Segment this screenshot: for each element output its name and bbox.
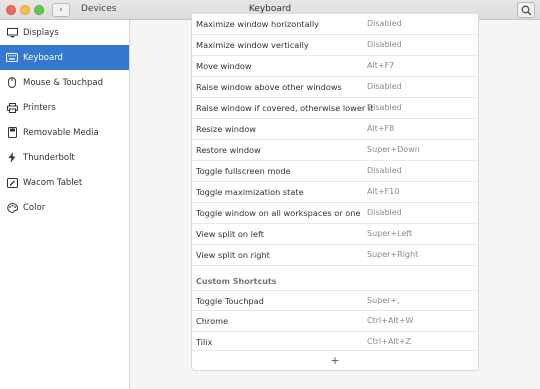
shortcut-row[interactable]: View split on right Super+Right [192, 245, 478, 266]
sidebar-item-wacom-tablet[interactable]: Wacom Tablet [0, 170, 129, 195]
shortcut-row[interactable]: Maximize window horizontally Disabled [192, 14, 478, 35]
shortcut-row[interactable]: Resize window Alt+F8 [192, 119, 478, 140]
custom-shortcut-row[interactable]: Toggle Touchpad Super+, [192, 290, 478, 311]
sidebar-item-label: Displays [23, 27, 59, 38]
color-icon [1, 202, 23, 213]
shortcut-accel: Super+Left [367, 229, 413, 238]
shortcut-accel: Super+Right [367, 250, 419, 259]
shortcut-accel: Disabled [367, 40, 402, 49]
close-window-button[interactable] [6, 5, 16, 15]
plus-icon: + [330, 354, 340, 367]
shortcut-accel: Alt+F10 [367, 187, 400, 196]
add-shortcut-button[interactable]: + [192, 350, 478, 370]
sidebar-item-label: Wacom Tablet [23, 177, 83, 188]
sidebar-item-label: Printers [23, 102, 56, 113]
sidebar-item-printers[interactable]: Printers [0, 95, 129, 120]
sidebar-item-mouse-touchpad[interactable]: Mouse & Touchpad [0, 70, 129, 95]
shortcut-row[interactable]: Restore window Super+Down [192, 140, 478, 161]
shortcut-row[interactable]: Raise window above other windows Disable… [192, 77, 478, 98]
tablet-icon [1, 177, 23, 188]
minimize-window-button[interactable] [20, 5, 30, 15]
shortcut-name: Toggle Touchpad [196, 296, 264, 306]
shortcut-row[interactable]: View split on left Super+Left [192, 224, 478, 245]
custom-shortcut-row[interactable]: Chrome Ctrl+Alt+W [192, 311, 478, 332]
thunderbolt-icon [1, 152, 23, 163]
shortcut-accel: Alt+F7 [367, 61, 395, 70]
sidebar-item-label: Removable Media [23, 127, 99, 138]
shortcut-name: View split on right [196, 250, 270, 260]
section-title: Devices [81, 4, 117, 14]
maximize-window-button[interactable] [34, 5, 44, 15]
sidebar-item-label: Keyboard [23, 52, 63, 63]
shortcut-accel: Disabled [367, 82, 402, 91]
mouse-icon [1, 77, 23, 88]
sidebar-item-color[interactable]: Color [0, 195, 129, 220]
shortcut-name: Maximize window vertically [196, 40, 309, 50]
sidebar: Displays Keyboard Mouse & Touchpad Print… [0, 20, 130, 389]
shortcut-row[interactable]: Toggle fullscreen mode Disabled [192, 161, 478, 182]
search-button[interactable] [517, 2, 535, 18]
shortcut-name: Toggle window on all workspaces or one [196, 208, 361, 218]
shortcut-row[interactable]: Move window Alt+F7 [192, 56, 478, 77]
shortcut-name: Chrome [196, 316, 229, 326]
sidebar-item-label: Thunderbolt [23, 152, 75, 163]
search-icon [521, 5, 532, 16]
shortcut-row[interactable]: Toggle window on all workspaces or one D… [192, 203, 478, 224]
shortcut-name: Move window [196, 61, 252, 71]
shortcut-accel: Super+Down [367, 145, 420, 154]
sidebar-item-removable-media[interactable]: Removable Media [0, 120, 129, 145]
sidebar-item-label: Color [23, 202, 46, 213]
shortcut-accel: Super+, [367, 296, 400, 305]
back-button[interactable]: ‹ [52, 3, 70, 17]
media-icon [1, 127, 23, 138]
custom-shortcuts-header: Custom Shortcuts [196, 277, 277, 286]
shortcut-name: Raise window above other windows [196, 82, 342, 92]
shortcut-accel: Disabled [367, 166, 402, 175]
shortcut-row[interactable]: Maximize window vertically Disabled [192, 35, 478, 56]
sidebar-item-label: Mouse & Touchpad [23, 77, 104, 88]
shortcut-accel: Ctrl+Alt+Z [367, 337, 411, 346]
sidebar-item-keyboard[interactable]: Keyboard [0, 45, 129, 70]
printer-icon [1, 102, 23, 113]
shortcut-name: Raise window if covered, otherwise lower… [196, 103, 374, 113]
sidebar-item-thunderbolt[interactable]: Thunderbolt [0, 145, 129, 170]
shortcut-name: Tilix [196, 337, 213, 347]
shortcut-row[interactable]: Raise window if covered, otherwise lower… [192, 98, 478, 119]
shortcut-name: Maximize window horizontally [196, 19, 320, 29]
shortcut-name: Restore window [196, 145, 261, 155]
keyboard-icon [1, 53, 23, 62]
shortcut-name: View split on left [196, 229, 264, 239]
shortcuts-list: Maximize window horizontally Disabled Ma… [191, 14, 479, 371]
shortcut-accel: Disabled [367, 208, 402, 217]
display-icon [1, 27, 23, 38]
sidebar-item-displays[interactable]: Displays [0, 20, 129, 45]
shortcut-name: Toggle fullscreen mode [196, 166, 291, 176]
shortcut-accel: Alt+F8 [367, 124, 395, 133]
shortcut-accel: Disabled [367, 19, 402, 28]
shortcut-row[interactable]: Toggle maximization state Alt+F10 [192, 182, 478, 203]
chevron-left-icon: ‹ [59, 5, 63, 15]
shortcut-name: Toggle maximization state [196, 187, 304, 197]
shortcut-accel: Disabled [367, 103, 402, 112]
shortcut-name: Resize window [196, 124, 256, 134]
shortcut-accel: Ctrl+Alt+W [367, 316, 414, 325]
